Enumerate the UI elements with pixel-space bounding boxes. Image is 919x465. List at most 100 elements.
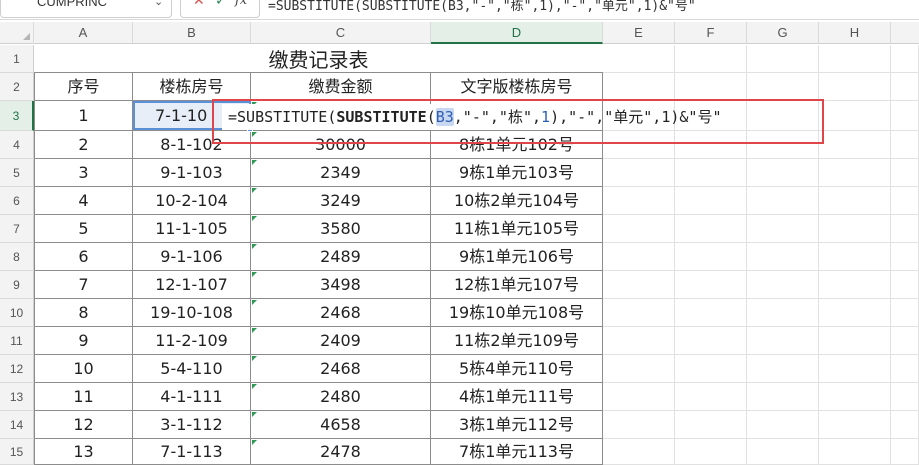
empty-cell[interactable] (891, 271, 919, 299)
row-header-6[interactable]: 6 (0, 187, 34, 215)
empty-cell[interactable] (819, 411, 891, 439)
cell-b10[interactable]: 19-10-108 (133, 299, 251, 327)
sheet-title[interactable]: 缴费记录表 (34, 45, 603, 73)
empty-cell[interactable] (747, 383, 819, 411)
empty-cell[interactable] (675, 439, 747, 465)
empty-cell[interactable] (819, 187, 891, 215)
empty-cell[interactable] (675, 327, 747, 355)
cell-d11[interactable]: 11栋2单元109号 (431, 327, 603, 355)
empty-cell[interactable] (747, 271, 819, 299)
empty-cell[interactable] (603, 215, 675, 243)
cell-a3[interactable]: 1 (34, 101, 133, 131)
column-header-g[interactable]: G (747, 22, 819, 44)
column-header-d[interactable]: D (431, 22, 603, 44)
header-cell-d[interactable]: 文字版楼栋房号 (431, 73, 603, 101)
formula-input[interactable]: =SUBSTITUTE(SUBSTITUTE(B3,"-","栋",1),"-"… (268, 0, 696, 14)
empty-cell[interactable] (747, 159, 819, 187)
cell-b8[interactable]: 9-1-106 (133, 243, 251, 271)
empty-cell[interactable] (603, 327, 675, 355)
row-header-15[interactable]: 15 (0, 439, 34, 465)
empty-cell[interactable] (819, 159, 891, 187)
cell-c15[interactable]: 2478 (251, 439, 431, 465)
cell-d9[interactable]: 12栋1单元107号 (431, 271, 603, 299)
cell-b15[interactable]: 7-1-113 (133, 439, 251, 465)
column-header-e[interactable]: E (603, 22, 675, 44)
cell-c6[interactable]: 3249 (251, 187, 431, 215)
empty-cell[interactable] (603, 355, 675, 383)
confirm-icon[interactable]: ✓ (215, 0, 227, 9)
empty-cell[interactable] (675, 187, 747, 215)
cell-c11[interactable]: 2409 (251, 327, 431, 355)
empty-cell[interactable] (603, 243, 675, 271)
empty-cell[interactable] (603, 299, 675, 327)
empty-cell[interactable] (675, 299, 747, 327)
cell-a12[interactable]: 10 (34, 355, 133, 383)
empty-cell[interactable] (675, 271, 747, 299)
cell-c13[interactable]: 2480 (251, 383, 431, 411)
cell-a5[interactable]: 3 (34, 159, 133, 187)
empty-cell[interactable] (603, 45, 675, 73)
cell-c8[interactable]: 2489 (251, 243, 431, 271)
empty-cell[interactable] (819, 383, 891, 411)
cell-d14[interactable]: 3栋1单元112号 (431, 411, 603, 439)
empty-cell[interactable] (675, 355, 747, 383)
cell-a6[interactable]: 4 (34, 187, 133, 215)
row-header-8[interactable]: 8 (0, 243, 34, 271)
cell-a8[interactable]: 6 (34, 243, 133, 271)
cell-b11[interactable]: 11-2-109 (133, 327, 251, 355)
column-header-f[interactable]: F (675, 22, 747, 44)
empty-cell[interactable] (747, 215, 819, 243)
row-header-3[interactable]: 3 (0, 101, 34, 131)
cell-a14[interactable]: 12 (34, 411, 133, 439)
cell-b14[interactable]: 3-1-112 (133, 411, 251, 439)
cell-c12[interactable]: 2468 (251, 355, 431, 383)
empty-cell[interactable] (603, 411, 675, 439)
empty-cell[interactable] (747, 439, 819, 465)
column-header-c[interactable]: C (251, 22, 431, 44)
cell-c7[interactable]: 3580 (251, 215, 431, 243)
cell-b9[interactable]: 12-1-107 (133, 271, 251, 299)
empty-cell[interactable] (819, 243, 891, 271)
name-box[interactable]: CUMPRINC ⌄ (0, 0, 172, 18)
cell-d13[interactable]: 4栋1单元111号 (431, 383, 603, 411)
empty-cell[interactable] (819, 327, 891, 355)
cell-b5[interactable]: 9-1-103 (133, 159, 251, 187)
empty-cell[interactable] (747, 73, 819, 101)
empty-cell[interactable] (891, 101, 919, 131)
row-header-5[interactable]: 5 (0, 159, 34, 187)
empty-cell[interactable] (819, 101, 891, 131)
empty-cell[interactable] (819, 271, 891, 299)
cell-d6[interactable]: 10栋2单元104号 (431, 187, 603, 215)
empty-cell[interactable] (747, 187, 819, 215)
empty-cell[interactable] (675, 243, 747, 271)
row-header-13[interactable]: 13 (0, 383, 34, 411)
cell-d12[interactable]: 5栋4单元110号 (431, 355, 603, 383)
empty-cell[interactable] (603, 439, 675, 465)
empty-cell[interactable] (819, 131, 891, 159)
empty-cell[interactable] (675, 215, 747, 243)
row-header-9[interactable]: 9 (0, 271, 34, 299)
empty-cell[interactable] (675, 411, 747, 439)
cell-b13[interactable]: 4-1-111 (133, 383, 251, 411)
cell-a9[interactable]: 7 (34, 271, 133, 299)
cell-a4[interactable]: 2 (34, 131, 133, 159)
empty-cell[interactable] (603, 159, 675, 187)
cell-d5[interactable]: 9栋1单元103号 (431, 159, 603, 187)
row-header-12[interactable]: 12 (0, 355, 34, 383)
cell-d8[interactable]: 9栋1单元106号 (431, 243, 603, 271)
cell-d7[interactable]: 11栋1单元105号 (431, 215, 603, 243)
empty-cell[interactable] (675, 383, 747, 411)
empty-cell[interactable] (891, 215, 919, 243)
row-header-14[interactable]: 14 (0, 411, 34, 439)
insert-function-icon[interactable]: fx (235, 0, 247, 8)
cell-a13[interactable]: 11 (34, 383, 133, 411)
cell-c14[interactable]: 4658 (251, 411, 431, 439)
empty-cell[interactable] (891, 159, 919, 187)
empty-cell[interactable] (603, 271, 675, 299)
empty-cell[interactable] (891, 327, 919, 355)
cancel-icon[interactable]: ✕ (193, 0, 205, 9)
empty-cell[interactable] (891, 411, 919, 439)
empty-cell[interactable] (603, 73, 675, 101)
empty-cell[interactable] (747, 243, 819, 271)
cell-d15[interactable]: 7栋1单元113号 (431, 439, 603, 465)
